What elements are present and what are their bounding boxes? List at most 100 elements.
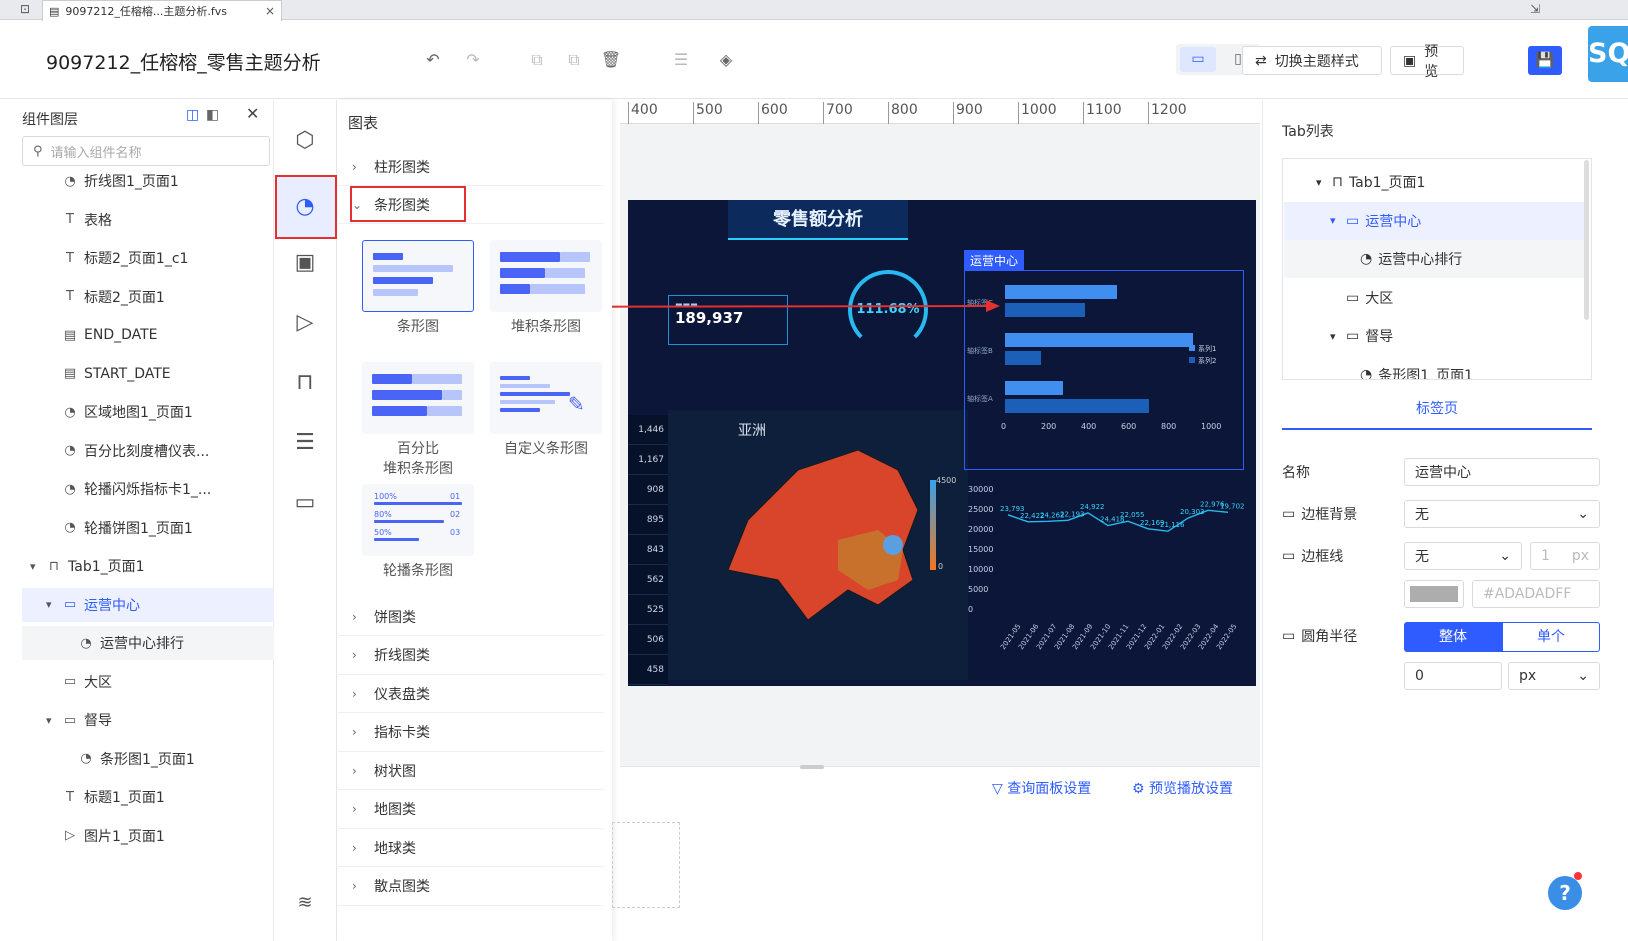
layer-item[interactable]: ▭ 大区 — [22, 665, 274, 699]
preview-button[interactable]: ▣ 预览 — [1390, 44, 1464, 80]
tab-page-tab[interactable]: 标签页 — [1282, 398, 1592, 430]
layers-icon[interactable]: ≋ — [282, 880, 328, 926]
close-panel-icon[interactable]: ✕ — [246, 104, 259, 123]
category-item[interactable]: › 地球类 — [338, 829, 604, 867]
layer-item[interactable]: ◔ 运营中心排行 — [22, 626, 274, 660]
category-item[interactable]: › 树状图 — [338, 752, 604, 790]
tile-percent-stacked-bar[interactable]: 百分比 堆积条形图 — [362, 362, 474, 478]
category-item[interactable]: › 散点图类 — [338, 867, 604, 906]
preview-play-settings-link[interactable]: ⚙ 预览播放设置 — [1132, 778, 1233, 798]
radius-single-button[interactable]: 单个 — [1502, 622, 1600, 652]
layer-item[interactable]: ◔ 条形图1_页面1 — [22, 742, 274, 776]
caret-down-icon[interactable]: ▾ — [1330, 214, 1336, 227]
category-item[interactable]: › 地图类 — [338, 790, 604, 829]
caret-down-icon[interactable]: ▾ — [46, 714, 52, 727]
tab-label[interactable]: 运营中心 — [964, 250, 1025, 271]
pie-chart-icon[interactable]: ◔ — [282, 184, 328, 230]
window-menu-icon[interactable]: ⇲ — [1530, 2, 1540, 16]
sql-badge[interactable]: SQL — [1588, 26, 1628, 82]
layer-order-icon[interactable]: ◈ — [715, 50, 737, 69]
category-item[interactable]: › 饼图类 — [338, 598, 604, 636]
ruler-tick: 500 — [693, 102, 723, 124]
monitor-icon: ▣ — [1403, 52, 1417, 69]
tab-tree-item[interactable]: ▾ ▭ 督导 — [1284, 317, 1588, 355]
copy-icon[interactable]: ⧉ — [526, 50, 548, 70]
save-button[interactable]: 💾 — [1528, 46, 1562, 75]
caret-down-icon[interactable]: ▾ — [1330, 330, 1336, 343]
radius-value-field[interactable]: 0 — [1404, 662, 1502, 690]
border-bg-row: ▭ 边框背景 — [1282, 504, 1357, 524]
tab-tree-scrollbar[interactable] — [1584, 160, 1589, 320]
switch-theme-button[interactable]: ⇄ 切换主题样式 — [1242, 46, 1382, 75]
text-icon[interactable]: ▣ — [282, 240, 328, 286]
tile-carousel-bar[interactable]: 100% 01 80% 02 50% 03 轮播条形图 — [362, 484, 474, 580]
app-menu-icon[interactable]: ⊡ — [20, 2, 30, 16]
layer-item[interactable]: ◔ 轮播闪烁指标卡1_... — [22, 472, 274, 506]
caret-down-icon[interactable]: ▾ — [30, 560, 36, 573]
tile-label: 自定义条形图 — [504, 441, 588, 457]
redo-icon[interactable]: ↷ — [462, 50, 484, 69]
border-width-field[interactable]: 1 px — [1530, 542, 1600, 570]
category-column-charts[interactable]: › 柱形图类 — [338, 148, 604, 186]
layer-item[interactable]: ◔ 轮播饼图1_页面1 — [22, 511, 274, 545]
border-line-select[interactable]: 无 ⌄ — [1404, 542, 1522, 570]
tab-tree-item[interactable]: ▾ ⊓ Tab1_页面1 — [1284, 163, 1588, 201]
layer-item[interactable]: ◔ 百分比刻度槽仪表... — [22, 434, 274, 468]
file-tab[interactable]: ▤ 9097212_任榕榕...主题分析.fvs × — [42, 0, 282, 21]
resize-handle[interactable] — [800, 765, 824, 769]
tab-tree-item[interactable]: ▭ 大区 — [1284, 279, 1588, 317]
category-item[interactable]: › 指标卡类 — [338, 713, 604, 752]
layer-item[interactable]: T 标题1_页面1 — [22, 780, 274, 814]
desktop-view-icon[interactable]: ▭ — [1180, 47, 1216, 72]
close-tab-icon[interactable]: × — [265, 4, 275, 18]
table-icon[interactable]: ☰ — [282, 420, 328, 466]
tile-stacked-bar-chart[interactable]: 堆积条形图 — [490, 240, 602, 336]
name-field[interactable]: 运营中心 — [1404, 458, 1600, 486]
help-button[interactable]: ? — [1548, 876, 1582, 910]
cube-icon[interactable]: ⬡ — [282, 118, 328, 164]
inbox-icon[interactable]: ⊓ — [282, 360, 328, 406]
tile-custom-bar[interactable]: ✎ 自定义条形图 — [490, 362, 602, 458]
layer-item-label: 轮播闪烁指标卡1_... — [84, 482, 212, 498]
caret-down-icon[interactable]: ▾ — [46, 598, 52, 611]
layer-item[interactable]: ▤ END_DATE — [22, 318, 274, 352]
caret-down-icon[interactable]: ▾ — [1316, 176, 1322, 189]
radius-whole-button[interactable]: 整体 — [1404, 622, 1502, 652]
panel-toggle-icon[interactable]: ◧ — [206, 107, 219, 123]
layer-item[interactable]: T 标题2_页面1 — [22, 280, 274, 314]
border-bg-select[interactable]: 无 ⌄ — [1404, 500, 1600, 528]
layer-item[interactable]: ◔ 区域地图1_页面1 — [22, 395, 274, 429]
border-color-swatch[interactable] — [1404, 580, 1464, 608]
archive-icon[interactable]: ▭ — [282, 480, 328, 526]
align-icon[interactable]: ☰ — [670, 50, 692, 69]
ruler-tick: 1200 — [1148, 102, 1187, 124]
tab-tree-item[interactable]: ◔ 运营中心排行 — [1284, 240, 1588, 278]
page-thumbnail[interactable] — [612, 822, 680, 908]
line-y-tick: 30000 — [968, 485, 993, 494]
tab-tree-item[interactable]: ◔ 条形图1_页面1 — [1284, 356, 1588, 380]
delete-icon[interactable]: 🗑 — [600, 50, 622, 69]
category-item[interactable]: › 折线图类 — [338, 636, 604, 675]
bar-chart-frame[interactable]: 轴标签C 轴标签B 轴标签A 0 200 400 600 800 1000 系列1 系列2 — [964, 270, 1244, 470]
layer-item[interactable]: ▾ ▭ 督导 — [22, 703, 274, 737]
left-value: 506 — [628, 625, 668, 655]
layout-toggle-icon[interactable]: ◫ — [186, 107, 199, 123]
layer-item[interactable]: T 表格 — [22, 203, 274, 237]
border-color-field[interactable]: #ADADADFF — [1472, 580, 1600, 608]
layer-item[interactable]: ▾ ⊓ Tab1_页面1 — [22, 549, 274, 583]
category-item[interactable]: › 仪表盘类 — [338, 675, 604, 713]
layer-item[interactable]: ▾ ▭ 运营中心 — [22, 587, 274, 622]
dashboard-preview[interactable]: 零售额分析 1,446 1,167 908 895 843 562 525 506 458 ▬▬… — [628, 200, 1256, 686]
tab-tree-item[interactable]: ▾ ▭ 运营中心 — [1284, 201, 1588, 240]
layer-item[interactable]: T 标题2_页面1_c1 — [22, 241, 274, 275]
layer-item[interactable]: ▤ START_DATE — [22, 357, 274, 391]
media-icon[interactable]: ▷ — [282, 300, 328, 346]
layer-item[interactable]: ◔ 折线图1_页面1 — [22, 164, 274, 198]
paste-icon[interactable]: ⧉ — [563, 50, 585, 70]
layer-search-input[interactable]: ⚲ 请输入组件名称 — [22, 136, 270, 166]
tile-bar-chart[interactable]: 条形图 — [362, 240, 474, 336]
radius-unit-select[interactable]: px ⌄ — [1508, 662, 1600, 690]
undo-icon[interactable]: ↶ — [422, 50, 444, 69]
query-panel-settings-link[interactable]: ▽ 查询面板设置 — [992, 778, 1091, 798]
layer-item[interactable]: ▷ 图片1_页面1 — [22, 819, 274, 853]
